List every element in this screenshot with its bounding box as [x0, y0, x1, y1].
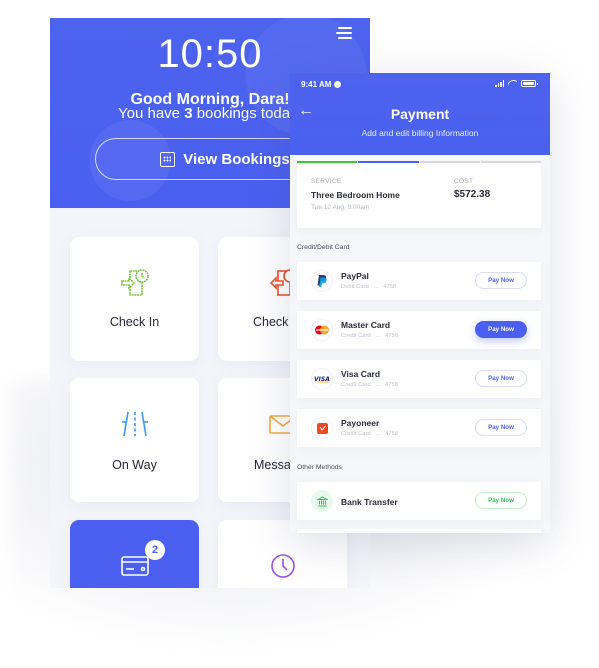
clock-icon: [270, 554, 295, 578]
battery-icon: [521, 80, 538, 87]
method-details: Credit Card ... 4758: [341, 431, 398, 437]
check-in-icon: [120, 269, 149, 296]
payment-method-mastercard[interactable]: Master Card Credit Card ... 4758 Pay Now: [297, 311, 541, 349]
pay-now-button[interactable]: Pay Now: [475, 321, 527, 338]
notification-badge: 2: [145, 540, 165, 560]
other-section-label: Other Methods: [297, 464, 342, 471]
card-type: Credit Card: [341, 382, 371, 388]
progress-step: [480, 161, 541, 163]
pay-now-button[interactable]: Pay Now: [475, 419, 527, 436]
tile-payments[interactable]: 2: [70, 520, 199, 588]
bookings-prefix: You have: [118, 105, 185, 122]
visa-logo-icon: VISA: [311, 368, 333, 390]
payment-screen: 9:41 AM ← Payment Add and edit billing I…: [290, 73, 550, 533]
tile-check-in[interactable]: Check In: [70, 237, 199, 361]
payment-method-bank-transfer[interactable]: Bank Transfer Pay Now: [297, 482, 541, 520]
service-summary-card: SERVICE Three Bedroom Home Tue,12 Aug, 9…: [297, 163, 541, 228]
method-name: Bank Transfer: [341, 497, 398, 507]
cost-value: $572.38: [454, 189, 491, 200]
payoneer-logo-icon: [311, 417, 333, 439]
wifi-icon: [508, 80, 517, 87]
bank-icon: [311, 490, 333, 512]
pay-now-button[interactable]: Pay Now: [475, 492, 527, 509]
mastercard-logo-icon: [311, 319, 333, 341]
pay-now-button[interactable]: Pay Now: [475, 370, 527, 387]
payment-method-payoneer[interactable]: Payoneer Credit Card ... 4758 Pay Now: [297, 409, 541, 447]
payment-header: 9:41 AM ← Payment Add and edit billing I…: [290, 73, 550, 155]
card-mask: ...: [375, 382, 381, 388]
paypal-logo-icon: [311, 270, 333, 292]
card-mask: ...: [373, 284, 379, 290]
time-text: 9:41 AM: [301, 80, 332, 89]
card-mask: ...: [375, 431, 381, 437]
method-name: Payoneer: [341, 418, 380, 428]
tile-label: Check In: [109, 315, 160, 329]
progress-step: [358, 161, 419, 163]
step-progress: [297, 161, 541, 163]
signal-icon: [495, 80, 504, 87]
card-mask: ...: [375, 333, 381, 339]
card-last4: 4758: [385, 431, 399, 437]
tile-label: On Way: [112, 458, 157, 472]
page-title: Payment: [390, 106, 450, 122]
method-details: Credit Card ... 4758: [341, 333, 398, 339]
method-name: Master Card: [341, 320, 391, 330]
service-label: SERVICE: [311, 178, 342, 185]
payment-method-paypal[interactable]: PayPal Debit Card ... 4758 Pay Now: [297, 262, 541, 300]
progress-step: [419, 161, 480, 163]
card-type: Credit Card: [341, 333, 371, 339]
card-type: Debit Card: [341, 284, 369, 290]
alarm-icon: [334, 81, 342, 88]
status-icons: [495, 80, 538, 87]
service-date: Tue,12 Aug, 9:00am: [311, 204, 370, 211]
method-details: Debit Card ... 4758: [341, 284, 396, 290]
card-last4: 4758: [383, 284, 397, 290]
method-name: PayPal: [341, 271, 369, 281]
clock: 10:50: [157, 32, 263, 76]
bookings-count: 3: [184, 105, 193, 122]
service-name: Three Bedroom Home: [311, 190, 400, 200]
method-name: Visa Card: [341, 369, 381, 379]
page-subtitle: Add and edit billing Information: [361, 128, 479, 138]
cost-label: COST: [454, 178, 474, 185]
card-section-label: Credit/Debit Card: [297, 244, 350, 251]
card-last4: 4758: [385, 333, 399, 339]
progress-step: [297, 161, 358, 163]
tile-on-way[interactable]: On Way: [70, 378, 199, 502]
calendar-icon: [160, 151, 176, 167]
road-icon: [121, 411, 148, 437]
status-bar-time: 9:41 AM: [301, 80, 342, 89]
bookings-suffix: bookings today: [192, 105, 298, 122]
card-last4: 4758: [385, 382, 399, 388]
bookings-summary: You have 3 bookings today: [118, 105, 298, 122]
card-type: Credit Card: [341, 431, 371, 437]
view-bookings-label: View Bookings: [183, 150, 290, 168]
payment-method-visa[interactable]: VISA Visa Card Credit Card ... 4758 Pay …: [297, 360, 541, 398]
method-details: Credit Card ... 4758: [341, 382, 398, 388]
payment-method-partial: [297, 529, 541, 533]
pay-now-button[interactable]: Pay Now: [475, 272, 527, 289]
